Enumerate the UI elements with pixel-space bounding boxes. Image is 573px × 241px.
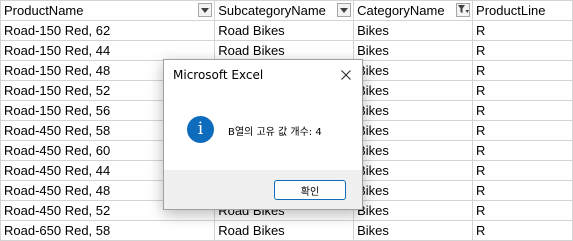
table-cell[interactable]: R xyxy=(472,160,573,181)
column-header-categoryname[interactable]: CategoryName xyxy=(353,0,474,21)
column-header-label: ProductName xyxy=(4,3,84,18)
table-row: Road-650 Red, 58 Road Bikes Bikes R xyxy=(0,220,573,241)
header-row: ProductName SubcategoryName CategoryName xyxy=(0,0,573,21)
dialog-titlebar[interactable]: Microsoft Excel xyxy=(164,60,362,90)
close-icon xyxy=(341,70,351,80)
chevron-down-icon xyxy=(201,7,210,13)
ok-button[interactable]: 확인 xyxy=(274,180,346,200)
close-button[interactable] xyxy=(336,65,356,85)
column-header-label: ProductLine xyxy=(476,3,546,18)
table-cell[interactable]: Bikes xyxy=(353,120,474,141)
table-cell[interactable]: R xyxy=(472,60,573,81)
info-icon-glyph: i xyxy=(197,119,204,139)
table-cell[interactable]: Bikes xyxy=(353,180,474,201)
table-cell[interactable]: Bikes xyxy=(353,20,474,41)
column-header-label: CategoryName xyxy=(357,3,445,18)
info-icon: i xyxy=(187,116,214,143)
table-cell[interactable]: Bikes xyxy=(353,200,474,221)
message-box-dialog: Microsoft Excel i B열의 고유 값 개수: 4 확인 xyxy=(163,59,363,210)
table-cell[interactable]: R xyxy=(472,100,573,121)
table-cell[interactable]: Road-650 Red, 58 xyxy=(0,220,216,241)
table-cell[interactable]: Bikes xyxy=(353,80,474,101)
column-header-productline[interactable]: ProductLine xyxy=(472,0,573,21)
table-cell[interactable]: R xyxy=(472,80,573,101)
chevron-down-icon xyxy=(340,7,349,13)
table-cell[interactable]: R xyxy=(472,220,573,241)
table-cell[interactable]: Road Bikes xyxy=(214,220,355,241)
table-cell[interactable]: Road-150 Red, 62 xyxy=(0,20,216,41)
table-cell[interactable]: Road Bikes xyxy=(214,40,355,61)
table-cell[interactable]: R xyxy=(472,20,573,41)
dialog-footer: 확인 xyxy=(164,170,362,209)
table-cell[interactable]: R xyxy=(472,200,573,221)
table-cell[interactable]: Bikes xyxy=(353,100,474,121)
dialog-message: B열의 고유 값 개수: 4 xyxy=(228,127,322,138)
column-header-productname[interactable]: ProductName xyxy=(0,0,216,21)
filter-dropdown-button[interactable] xyxy=(198,3,213,17)
dialog-title: Microsoft Excel xyxy=(173,68,264,82)
table-cell[interactable]: Road-150 Red, 44 xyxy=(0,40,216,61)
table-cell[interactable]: Road Bikes xyxy=(214,20,355,41)
table-row: Road-150 Red, 44 Road Bikes Bikes R xyxy=(0,40,573,61)
filter-dropdown-button[interactable] xyxy=(337,3,352,17)
table-cell[interactable]: R xyxy=(472,140,573,161)
column-header-label: SubcategoryName xyxy=(218,3,326,18)
spreadsheet: ProductName SubcategoryName CategoryName xyxy=(0,0,573,241)
column-header-subcategoryname[interactable]: SubcategoryName xyxy=(214,0,355,21)
table-row: Road-150 Red, 62 Road Bikes Bikes R xyxy=(0,20,573,41)
table-cell[interactable]: R xyxy=(472,40,573,61)
table-cell[interactable]: Bikes xyxy=(353,140,474,161)
dialog-body: i B열의 고유 값 개수: 4 xyxy=(164,90,362,170)
filter-active-icon xyxy=(457,5,469,13)
table-cell[interactable]: Bikes xyxy=(353,160,474,181)
filter-active-button[interactable] xyxy=(456,3,471,17)
table-cell[interactable]: Bikes xyxy=(353,220,474,241)
table-cell[interactable]: Bikes xyxy=(353,40,474,61)
table-cell[interactable]: R xyxy=(472,120,573,141)
table-cell[interactable]: R xyxy=(472,180,573,201)
table-cell[interactable]: Bikes xyxy=(353,60,474,81)
ok-button-label: 확인 xyxy=(300,186,320,198)
